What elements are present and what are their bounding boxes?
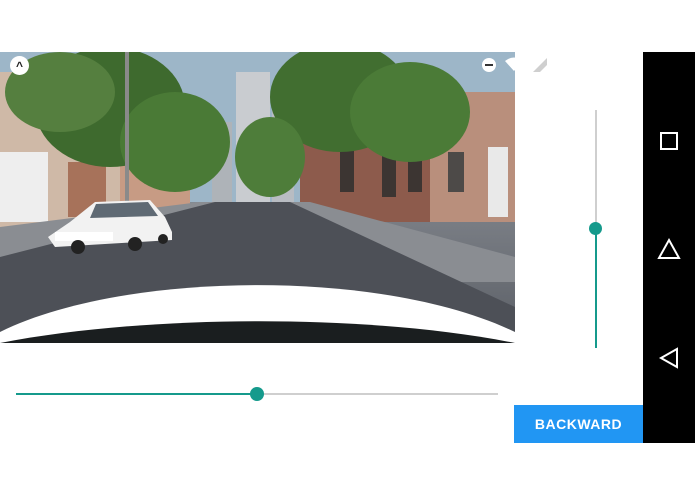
home-icon bbox=[657, 237, 681, 259]
slider-track-active bbox=[16, 393, 257, 395]
home-button[interactable] bbox=[655, 235, 683, 263]
recents-button[interactable] bbox=[655, 127, 683, 155]
status-bar: ^ R 34% 01:33 bbox=[0, 52, 643, 79]
do-not-disturb-icon bbox=[481, 57, 496, 72]
horizontal-slider[interactable] bbox=[16, 385, 498, 403]
app-screen: ^ R 34% 01:33 BACKWARD bbox=[0, 52, 643, 443]
wifi-icon bbox=[504, 57, 523, 71]
backward-button[interactable]: BACKWARD bbox=[514, 405, 643, 443]
vertical-slider[interactable] bbox=[583, 110, 609, 348]
clock: 01:33 bbox=[593, 56, 633, 73]
street-scene-image bbox=[0, 52, 515, 343]
signal-icon: R bbox=[527, 53, 548, 72]
back-button[interactable] bbox=[655, 344, 683, 372]
battery-icon: 34% bbox=[555, 57, 586, 72]
signal-label: R bbox=[526, 53, 532, 60]
camera-feed bbox=[0, 52, 515, 343]
caret-up-icon: ^ bbox=[10, 56, 29, 75]
slider-track bbox=[595, 110, 597, 228]
triangle-back-icon bbox=[658, 347, 678, 369]
slider-thumb[interactable] bbox=[250, 387, 264, 401]
slider-track-active bbox=[595, 228, 597, 348]
slider-thumb[interactable] bbox=[589, 222, 602, 235]
square-icon bbox=[660, 132, 678, 150]
navigation-bar bbox=[643, 52, 695, 443]
status-icons: R 34% 01:33 bbox=[481, 53, 633, 73]
slider-track bbox=[257, 393, 498, 395]
